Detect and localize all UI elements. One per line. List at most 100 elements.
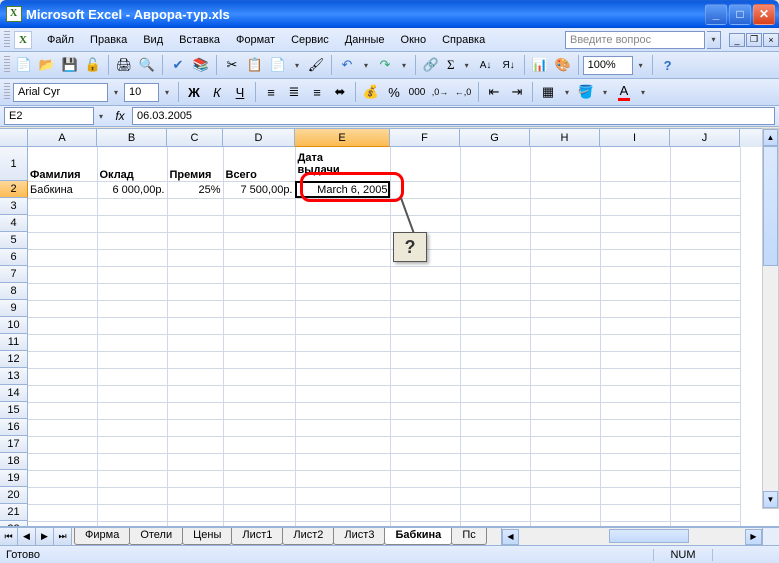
cell-D16[interactable] xyxy=(223,419,295,436)
window-close-button[interactable]: ✕ xyxy=(753,4,775,25)
cell-E5[interactable] xyxy=(295,232,390,249)
cell-D17[interactable] xyxy=(223,436,295,453)
cell-E14[interactable] xyxy=(295,385,390,402)
column-header-E[interactable]: E xyxy=(295,129,390,147)
column-header-B[interactable]: B xyxy=(97,129,167,147)
cell-H17[interactable] xyxy=(530,436,600,453)
cell-A9[interactable] xyxy=(28,300,97,317)
cell-J5[interactable] xyxy=(670,232,740,249)
row-header-7[interactable]: 7 xyxy=(0,266,28,283)
cell-D12[interactable] xyxy=(223,351,295,368)
cell-F14[interactable] xyxy=(390,385,460,402)
cell-E2[interactable]: March 6, 2005 xyxy=(295,181,390,198)
sheet-tab-Лист3[interactable]: Лист3 xyxy=(333,528,385,545)
cell-H16[interactable] xyxy=(530,419,600,436)
cell-A10[interactable] xyxy=(28,317,97,334)
sheet-tab-Цены[interactable]: Цены xyxy=(182,528,232,545)
cell-G6[interactable] xyxy=(460,249,530,266)
italic-button[interactable]: К xyxy=(206,81,228,103)
cell-E19[interactable] xyxy=(295,470,390,487)
cell-A15[interactable] xyxy=(28,402,97,419)
tab-nav-last[interactable]: ⏭ xyxy=(54,528,72,545)
cell-G11[interactable] xyxy=(460,334,530,351)
cell-A21[interactable] xyxy=(28,504,97,521)
cell-C11[interactable] xyxy=(167,334,223,351)
cell-C19[interactable] xyxy=(167,470,223,487)
cell-B20[interactable] xyxy=(97,487,167,504)
row-header-6[interactable]: 6 xyxy=(0,249,28,266)
scroll-down-button[interactable]: ▼ xyxy=(763,491,778,508)
cell-I15[interactable] xyxy=(600,402,670,419)
cell-I2[interactable] xyxy=(600,181,670,198)
cell-I12[interactable] xyxy=(600,351,670,368)
cell-C21[interactable] xyxy=(167,504,223,521)
cell-A20[interactable] xyxy=(28,487,97,504)
column-header-J[interactable]: J xyxy=(670,129,740,147)
cell-G1[interactable] xyxy=(460,147,530,181)
cell-G21[interactable] xyxy=(460,504,530,521)
cell-H3[interactable] xyxy=(530,198,600,215)
tab-nav-prev[interactable]: ◀ xyxy=(18,528,36,545)
cell-J11[interactable] xyxy=(670,334,740,351)
cell-G18[interactable] xyxy=(460,453,530,470)
cell-J12[interactable] xyxy=(670,351,740,368)
cell-D22[interactable] xyxy=(223,521,295,526)
menu-tools[interactable]: Сервис xyxy=(284,31,336,49)
row-header-15[interactable]: 15 xyxy=(0,402,28,419)
cell-H2[interactable] xyxy=(530,181,600,198)
cell-E16[interactable] xyxy=(295,419,390,436)
doc-restore-button[interactable]: ❐ xyxy=(746,33,762,47)
row-header-8[interactable]: 8 xyxy=(0,283,28,300)
cell-J15[interactable] xyxy=(670,402,740,419)
window-minimize-button[interactable]: _ xyxy=(705,4,727,25)
row-header-13[interactable]: 13 xyxy=(0,368,28,385)
cell-G19[interactable] xyxy=(460,470,530,487)
cell-F12[interactable] xyxy=(390,351,460,368)
cell-I19[interactable] xyxy=(600,470,670,487)
row-header-19[interactable]: 19 xyxy=(0,470,28,487)
cell-D21[interactable] xyxy=(223,504,295,521)
undo-button[interactable]: ↶ xyxy=(336,54,358,76)
cell-F7[interactable] xyxy=(390,266,460,283)
paste-button[interactable]: 📄 xyxy=(267,54,289,76)
cell-J21[interactable] xyxy=(670,504,740,521)
cell-H4[interactable] xyxy=(530,215,600,232)
cell-D8[interactable] xyxy=(223,283,295,300)
cell-I1[interactable] xyxy=(600,147,670,181)
chart-wizard-button[interactable]: 📊 xyxy=(529,54,551,76)
column-header-C[interactable]: C xyxy=(167,129,223,147)
underline-button[interactable]: Ч xyxy=(229,81,251,103)
cell-B3[interactable] xyxy=(97,198,167,215)
menu-file[interactable]: Файл xyxy=(40,31,81,49)
cell-C16[interactable] xyxy=(167,419,223,436)
row-header-5[interactable]: 5 xyxy=(0,232,28,249)
menu-window[interactable]: Окно xyxy=(394,31,434,49)
window-maximize-button[interactable]: □ xyxy=(729,4,751,25)
increase-decimal-button[interactable]: ,0→ xyxy=(429,81,451,103)
select-all-button[interactable] xyxy=(0,129,28,147)
menu-insert[interactable]: Вставка xyxy=(172,31,227,49)
help-search-input[interactable]: Введите вопрос xyxy=(565,31,705,49)
cell-H21[interactable] xyxy=(530,504,600,521)
zoom-dropdown[interactable] xyxy=(634,54,648,76)
cell-I13[interactable] xyxy=(600,368,670,385)
cell-A13[interactable] xyxy=(28,368,97,385)
cell-C6[interactable] xyxy=(167,249,223,266)
column-header-H[interactable]: H xyxy=(530,129,600,147)
print-preview-button[interactable]: 🔍 xyxy=(136,54,158,76)
cell-J16[interactable] xyxy=(670,419,740,436)
cell-H9[interactable] xyxy=(530,300,600,317)
copy-button[interactable]: 📋 xyxy=(244,54,266,76)
menu-edit[interactable]: Правка xyxy=(83,31,134,49)
font-name-dropdown[interactable] xyxy=(109,81,123,103)
row-header-17[interactable]: 17 xyxy=(0,436,28,453)
open-button[interactable]: 📂 xyxy=(36,54,58,76)
row-header-20[interactable]: 20 xyxy=(0,487,28,504)
cell-E22[interactable] xyxy=(295,521,390,526)
permission-button[interactable]: 🔓 xyxy=(82,54,104,76)
cell-C14[interactable] xyxy=(167,385,223,402)
cell-J22[interactable] xyxy=(670,521,740,526)
cell-A8[interactable] xyxy=(28,283,97,300)
redo-button[interactable]: ↷ xyxy=(374,54,396,76)
cell-A7[interactable] xyxy=(28,266,97,283)
